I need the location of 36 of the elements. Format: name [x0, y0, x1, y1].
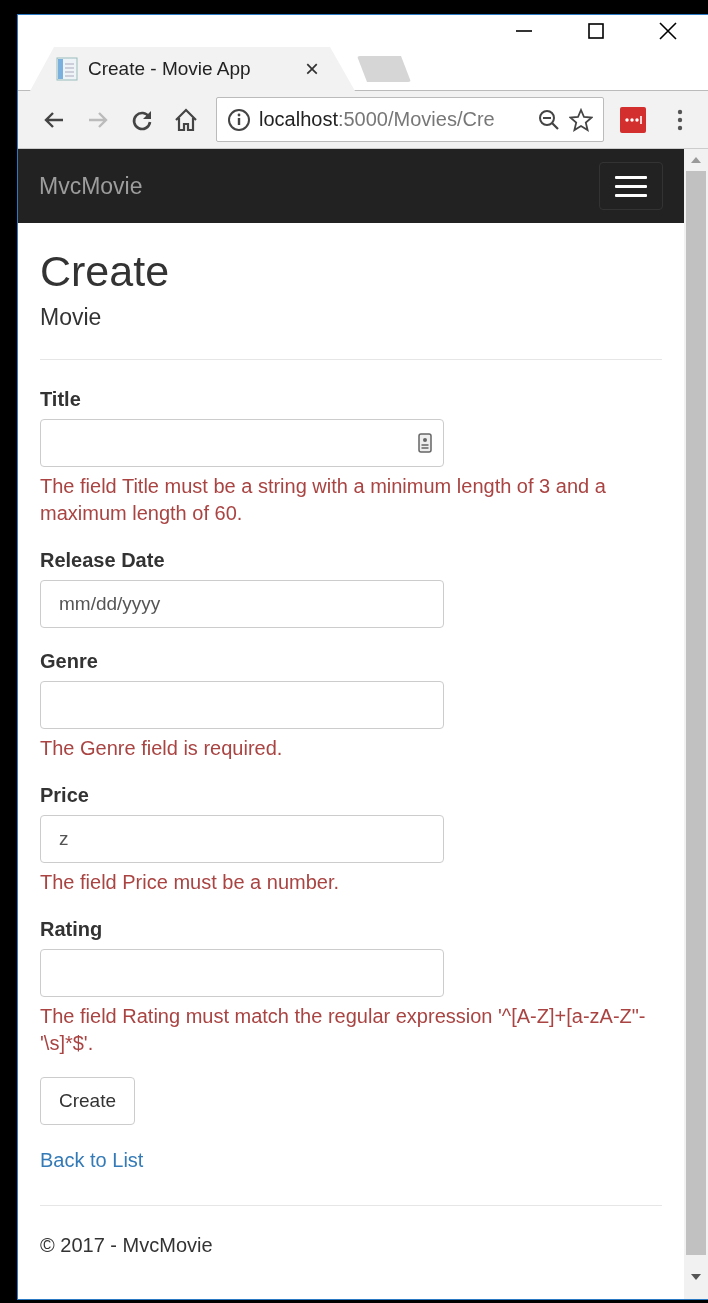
- zoom-out-icon[interactable]: [537, 107, 561, 132]
- info-icon[interactable]: [227, 107, 251, 132]
- url-text: localhost:5000/Movies/Cre: [259, 108, 496, 131]
- tab-close-button[interactable]: ×: [305, 57, 319, 81]
- brand-link[interactable]: MvcMovie: [39, 172, 143, 200]
- tab-title: Create - Movie App: [88, 58, 252, 80]
- input-field[interactable]: [40, 949, 444, 997]
- validation-error: The field Rating must match the regular expression '^[A-Z]+[a-zA-Z"-'\s]*$'.: [40, 1004, 647, 1056]
- page-heading: Create: [40, 247, 171, 295]
- input-field[interactable]: z: [40, 815, 444, 863]
- address-bar[interactable]: localhost:5000/Movies/Cre: [216, 97, 604, 142]
- input-field[interactable]: [40, 681, 444, 729]
- page-icon: [56, 57, 78, 81]
- validation-error: The field Price must be a number.: [40, 870, 341, 895]
- menu-icon[interactable]: [676, 107, 684, 132]
- validation-error: The field Title must be a string with a minimum length of 3 and a maximum length of 60.: [40, 474, 607, 526]
- input-field[interactable]: mm/dd/yyyy: [40, 580, 444, 628]
- contact-card-icon[interactable]: [418, 433, 432, 453]
- scroll-down-icon[interactable]: [691, 1274, 701, 1280]
- field-label: Title: [40, 387, 82, 412]
- scroll-thumb[interactable]: [686, 171, 706, 1255]
- field-label: Price: [40, 783, 90, 808]
- field-label: Release Date: [40, 548, 166, 573]
- menu-toggle-button[interactable]: [599, 162, 663, 210]
- extension-icon[interactable]: [620, 106, 646, 133]
- create-button[interactable]: Create: [40, 1077, 136, 1125]
- browser-tab[interactable]: Create - Movie App ×: [30, 47, 355, 91]
- star-icon[interactable]: [569, 107, 593, 132]
- footer-text: © 2017 - MvcMovie: [40, 1233, 214, 1258]
- scrollbar[interactable]: [684, 149, 708, 1299]
- validation-error: The Genre field is required.: [40, 736, 284, 761]
- page-subheading: Movie: [40, 303, 103, 331]
- back-to-list-link[interactable]: Back to List: [40, 1147, 144, 1173]
- field-label: Rating: [40, 917, 104, 942]
- field-label: Genre: [40, 649, 99, 674]
- input-field[interactable]: [40, 419, 444, 467]
